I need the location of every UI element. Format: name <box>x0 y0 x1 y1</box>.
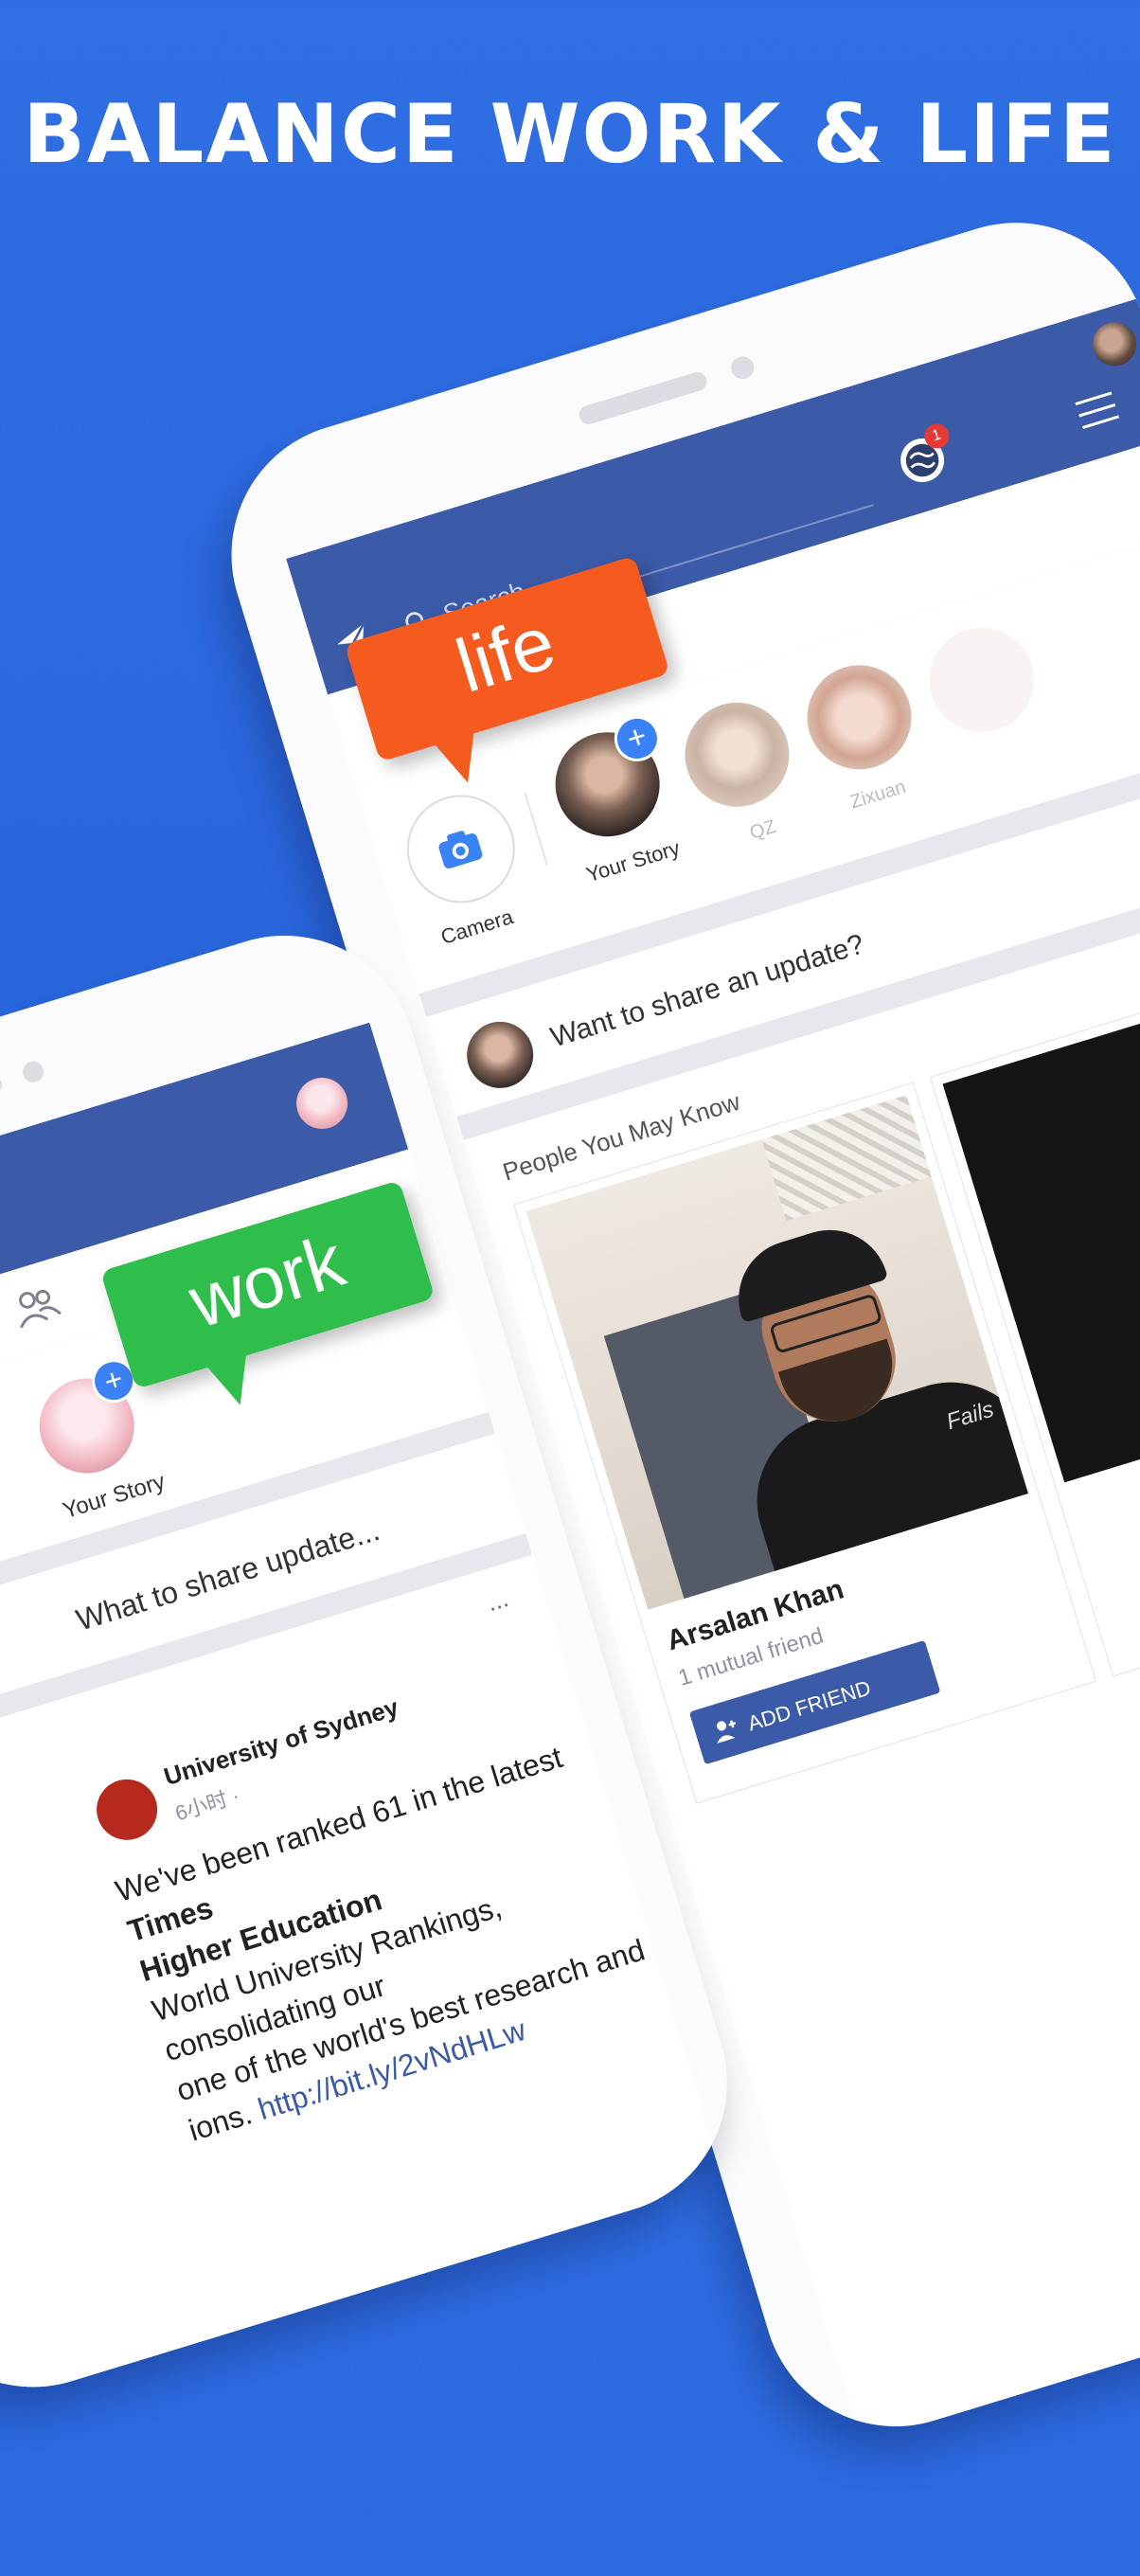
post-author-avatar[interactable] <box>89 1771 166 1848</box>
work-phone-speaker <box>0 1074 5 1130</box>
work-screen: + Your Story What to share update... ...… <box>0 1022 724 2421</box>
post-more-button[interactable]: ... <box>484 1583 512 1618</box>
profile-avatar[interactable] <box>1087 316 1140 372</box>
work-phone-body: + Your Story What to share update... ...… <box>0 903 760 2421</box>
post-author[interactable]: University of Sydney <box>160 1692 401 1792</box>
work-friends-tab-icon[interactable] <box>7 1279 66 1333</box>
work-phone-sensor <box>20 1059 46 1085</box>
work-profile-avatar[interactable] <box>290 1071 354 1136</box>
menu-icon[interactable] <box>1075 388 1124 431</box>
work-post: ... University of Sydney 6小时 · We've bee… <box>0 1554 724 2421</box>
